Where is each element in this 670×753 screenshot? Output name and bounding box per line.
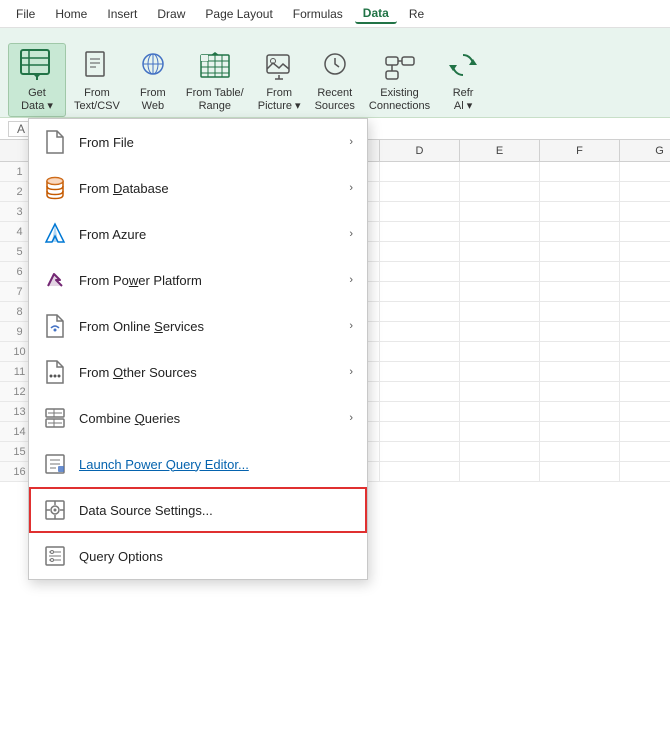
from-text-csv-button[interactable]: FromText/CSV [68,43,126,117]
launch-power-query-editor-icon [41,450,69,478]
menu-page-layout[interactable]: Page Layout [197,5,280,23]
get-data-label: GetData ▾ [21,87,53,112]
menu-item-data-source-settings[interactable]: Data Source Settings... [29,487,367,533]
data-source-settings-icon [41,496,69,524]
menu-item-combine-queries[interactable]: Combine Queries › [29,395,367,441]
from-azure-label: From Azure [79,227,349,242]
from-other-sources-label: From Other Sources [79,365,349,380]
from-file-chevron: › [349,136,353,148]
from-text-csv-label: FromText/CSV [74,87,120,113]
launch-power-query-editor-label: Launch Power Query Editor... [79,457,353,472]
menu-item-from-online-services[interactable]: From Online Services › [29,303,367,349]
from-power-platform-label: From Power Platform [79,273,349,288]
cell-g1[interactable] [620,162,670,181]
col-header-e: E [460,140,540,161]
from-table-range-icon [199,49,231,85]
menu-item-from-database[interactable]: From Database › [29,165,367,211]
data-source-settings-label: Data Source Settings... [79,503,353,518]
cell-d1[interactable] [380,162,460,181]
from-table-range-label: From Table/Range [186,87,244,113]
menu-draw[interactable]: Draw [149,5,193,23]
menu-bar: File Home Insert Draw Page Layout Formul… [0,0,670,28]
cell-f1[interactable] [540,162,620,181]
menu-data[interactable]: Data [355,4,397,24]
recent-sources-icon [319,49,351,85]
refresh-all-icon [447,49,479,85]
from-online-services-chevron: › [349,320,353,332]
from-picture-button[interactable]: FromPicture ▾ [252,43,307,117]
menu-re[interactable]: Re [401,5,432,23]
combine-queries-icon [41,404,69,432]
from-online-services-icon [41,312,69,340]
from-other-sources-chevron: › [349,366,353,378]
from-web-icon [137,49,169,85]
get-data-icon [19,48,55,87]
from-picture-icon [263,49,295,85]
cell-e1[interactable] [460,162,540,181]
get-data-button[interactable]: GetData ▾ [8,43,66,117]
menu-formulas[interactable]: Formulas [285,5,351,23]
menu-item-launch-power-query-editor[interactable]: Launch Power Query Editor... [29,441,367,487]
col-header-d: D [380,140,460,161]
from-power-platform-chevron: › [349,274,353,286]
refresh-all-button[interactable]: RefrAl ▾ [438,43,488,117]
menu-home[interactable]: Home [47,5,95,23]
combine-queries-chevron: › [349,412,353,424]
from-database-label: From Database [79,181,349,196]
from-file-icon [41,128,69,156]
menu-item-from-other-sources[interactable]: From Other Sources › [29,349,367,395]
from-azure-icon [41,220,69,248]
from-azure-chevron: › [349,228,353,240]
menu-item-query-options[interactable]: Query Options [29,533,367,579]
existing-connections-button[interactable]: ExistingConnections [363,43,436,117]
query-options-label: Query Options [79,549,353,564]
menu-item-from-azure[interactable]: From Azure › [29,211,367,257]
query-options-icon [41,542,69,570]
from-text-csv-icon [81,49,113,85]
from-database-chevron: › [349,182,353,194]
menu-insert[interactable]: Insert [99,5,145,23]
col-header-f: F [540,140,620,161]
refresh-all-label: RefrAl ▾ [453,87,474,113]
existing-connections-icon [384,49,416,85]
from-power-platform-icon [41,266,69,294]
recent-sources-button[interactable]: RecentSources [309,43,361,117]
combine-queries-label: Combine Queries [79,411,349,426]
from-file-label: From File [79,135,349,150]
recent-sources-label: RecentSources [315,87,355,113]
from-other-sources-icon [41,358,69,386]
get-data-dropdown: From File › From Database › From Azure › [28,118,368,580]
existing-connections-label: ExistingConnections [369,87,430,113]
from-web-button[interactable]: FromWeb [128,43,178,117]
menu-file[interactable]: File [8,5,43,23]
from-web-label: FromWeb [140,87,166,113]
col-header-g: G [620,140,670,161]
from-database-icon [41,174,69,202]
ribbon: GetData ▾ FromText/CSV FromWeb [0,28,670,118]
menu-item-from-file[interactable]: From File › [29,119,367,165]
menu-item-from-power-platform[interactable]: From Power Platform › [29,257,367,303]
from-picture-label: FromPicture ▾ [258,87,301,113]
from-table-range-button[interactable]: From Table/Range [180,43,250,117]
from-online-services-label: From Online Services [79,319,349,334]
